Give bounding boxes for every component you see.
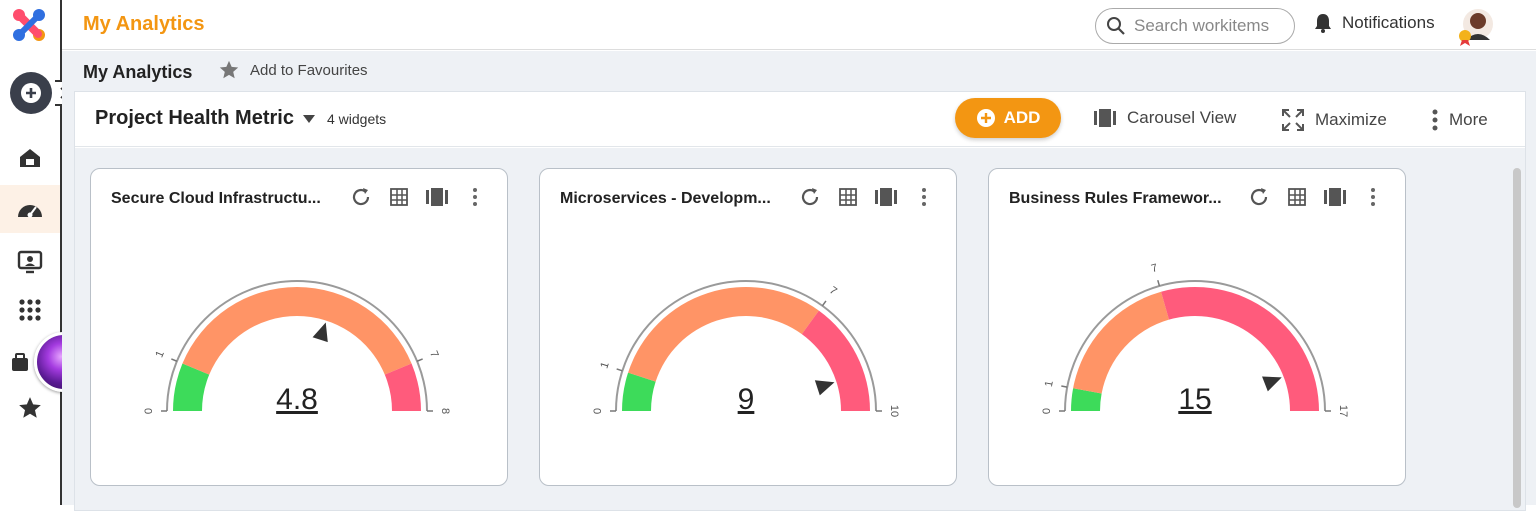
widget-title: Microservices - Developm...: [560, 190, 780, 208]
gauge-tick: [171, 359, 177, 361]
app-title: My Analytics: [83, 13, 205, 36]
presentation-icon: [17, 249, 43, 275]
user-avatar[interactable]: [1456, 6, 1496, 46]
create-button[interactable]: [10, 72, 52, 114]
dashboard-title: Project Health Metric: [95, 107, 294, 130]
more-button[interactable]: More: [1431, 108, 1488, 132]
gauge-tick-label: 0: [1041, 408, 1053, 414]
search-icon: [1106, 16, 1126, 36]
dashboard-gauge-icon: [16, 197, 44, 221]
more-vertical-icon: [1431, 108, 1439, 132]
widget-title: Secure Cloud Infrastructu...: [111, 190, 331, 208]
bell-icon: [1314, 13, 1332, 33]
gauge-tick-label: 7: [1150, 262, 1159, 275]
gauge-tick-label: 0: [592, 408, 604, 414]
carousel-view-label: Carousel View: [1127, 108, 1236, 128]
gauge-tick: [417, 359, 423, 361]
star-icon: [17, 395, 43, 421]
more-vertical-icon[interactable]: [1361, 185, 1385, 209]
left-rail: [0, 0, 62, 505]
plus-icon: [20, 82, 42, 104]
gauge-tick-label: 1: [1043, 380, 1056, 388]
rail-item-dashboard[interactable]: [0, 185, 60, 233]
refresh-icon[interactable]: [349, 185, 373, 209]
home-icon: [17, 145, 43, 171]
gauge-tick: [822, 301, 826, 306]
add-to-favourites-label: Add to Favourites: [250, 62, 368, 79]
dashboard-selector[interactable]: Project Health Metric: [95, 107, 316, 130]
table-view-icon[interactable]: [1285, 185, 1309, 209]
breadcrumb: My Analytics: [83, 62, 192, 83]
gauge-tick-label: 1: [599, 360, 612, 370]
refresh-icon[interactable]: [1247, 185, 1271, 209]
rail-item-home[interactable]: [0, 134, 60, 182]
gauge-band: [628, 287, 819, 382]
gauge-widget-card: Secure Cloud Infrastructu... 0 1 7 8 4.8: [90, 168, 508, 486]
caret-down-icon: [302, 114, 316, 124]
gauge-value[interactable]: 4.8: [276, 383, 318, 416]
table-view-icon[interactable]: [836, 185, 860, 209]
widget-title: Business Rules Framewor...: [1009, 190, 1229, 208]
rail-item-favourites[interactable]: [0, 384, 60, 432]
add-widget-label: ADD: [1004, 108, 1041, 128]
carousel-icon[interactable]: [425, 185, 449, 209]
carousel-icon[interactable]: [1323, 185, 1347, 209]
gauge-tick-label: 7: [427, 349, 440, 359]
gauge-tick-label: 7: [827, 285, 839, 298]
gauge-tick-label: 0: [143, 408, 155, 414]
widget-count: 4 widgets: [327, 111, 386, 127]
rail-item-apps[interactable]: [0, 286, 60, 334]
gauge-tick: [617, 369, 623, 371]
gauge-value[interactable]: 9: [738, 383, 755, 416]
add-widget-button[interactable]: ADD: [955, 98, 1061, 138]
add-to-favourites-button[interactable]: Add to Favourites: [218, 59, 368, 81]
gauge-chart: 0 1 7 10 9: [540, 229, 958, 487]
work-icon: [9, 349, 35, 375]
gauge-tick-label: 17: [1337, 405, 1349, 417]
gauge-chart: 0 1 7 8 4.8: [91, 229, 509, 487]
table-view-icon[interactable]: [387, 185, 411, 209]
star-icon: [218, 59, 240, 81]
gauge-tick: [1061, 386, 1067, 387]
gauge-widget-card: Microservices - Developm... 0 1 7 10 9: [539, 168, 957, 486]
gauge-widget-card: Business Rules Framewor...0171715: [988, 168, 1406, 486]
notifications-label: Notifications: [1342, 13, 1435, 33]
more-vertical-icon[interactable]: [463, 185, 487, 209]
gauge-chart: 0171715: [989, 229, 1407, 487]
widget-toolbar: [798, 185, 936, 209]
gauge-band: [802, 311, 870, 411]
gauge-band: [182, 287, 411, 375]
gauge-pointer: [1262, 376, 1282, 391]
gauge-tick: [1158, 280, 1160, 286]
search-input[interactable]: [1134, 16, 1284, 36]
maximize-label: Maximize: [1315, 110, 1387, 130]
more-vertical-icon[interactable]: [912, 185, 936, 209]
dashboard-header: Project Health Metric 4 widgets ADD: [75, 92, 1525, 147]
widget-toolbar: [1247, 185, 1385, 209]
gauge-band: [1073, 292, 1169, 394]
more-label: More: [1449, 110, 1488, 130]
carousel-icon: [1093, 108, 1117, 128]
carousel-icon[interactable]: [874, 185, 898, 209]
gauge-value[interactable]: 15: [1178, 383, 1211, 416]
app-logo-icon[interactable]: [10, 6, 48, 44]
search-box[interactable]: [1095, 8, 1295, 44]
rail-item-presentation[interactable]: [0, 238, 60, 286]
maximize-button[interactable]: Maximize: [1281, 108, 1387, 132]
plus-circle-icon: [976, 108, 996, 128]
widget-toolbar: [349, 185, 487, 209]
gauge-pointer: [313, 323, 328, 343]
maximize-icon: [1281, 108, 1305, 132]
top-bar: My Analytics Notifications: [62, 0, 1536, 50]
gauge-pointer: [815, 380, 835, 395]
refresh-icon[interactable]: [798, 185, 822, 209]
gauge-tick-label: 1: [153, 349, 166, 359]
gauge-tick-label: 8: [439, 408, 451, 414]
gauge-tick-label: 10: [888, 405, 900, 417]
apps-grid-icon: [17, 297, 43, 323]
notifications-button[interactable]: Notifications: [1314, 13, 1435, 33]
carousel-view-button[interactable]: Carousel View: [1093, 108, 1236, 128]
vertical-scrollbar[interactable]: [1513, 168, 1521, 508]
